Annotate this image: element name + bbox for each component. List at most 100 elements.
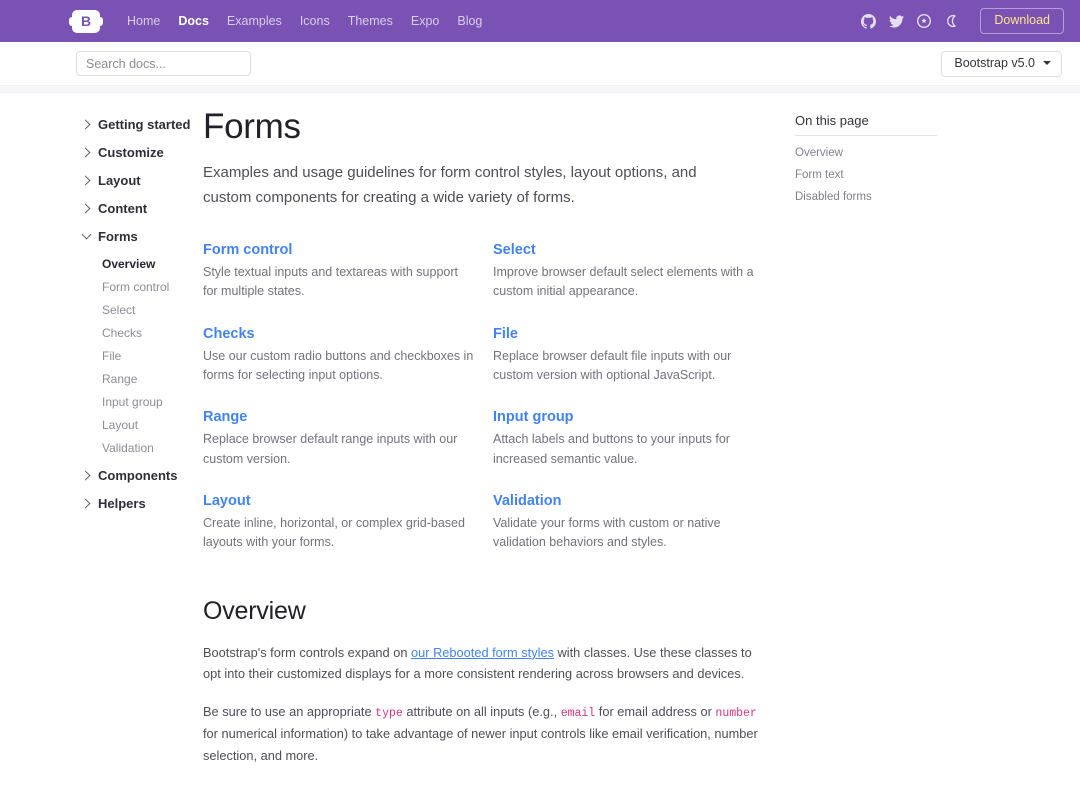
sidebar-subitem-checks[interactable]: Checks <box>102 326 185 340</box>
chevron-right-icon <box>82 471 91 480</box>
sidebar-group-label: Components <box>98 468 178 483</box>
sidebar-subitem-input-group[interactable]: Input group <box>102 395 185 409</box>
chevron-right-icon <box>82 120 91 129</box>
card-link[interactable]: Select <box>493 242 765 258</box>
card-file: File Replace browser default file inputs… <box>493 326 765 386</box>
chevron-down-icon <box>1043 61 1051 65</box>
top-navbar: B Home Docs Examples Icons Themes Expo B… <box>0 0 1080 42</box>
github-icon[interactable] <box>856 10 880 32</box>
card-description: Validate your forms with custom or nativ… <box>493 516 721 550</box>
overview-paragraph-2: Be sure to use an appropriate type attri… <box>203 701 765 766</box>
sidebar-group-label: Getting started <box>98 117 191 132</box>
search-input[interactable] <box>76 51 251 76</box>
sidebar-group-label: Customize <box>98 145 164 160</box>
para2-a: Be sure to use an appropriate <box>203 704 376 720</box>
nav-link-blog[interactable]: Blog <box>448 0 491 42</box>
sidebar-item-components[interactable]: Components <box>82 468 185 483</box>
page-title: Forms <box>203 107 301 146</box>
card-description: Replace browser default range inputs wit… <box>203 432 458 466</box>
primary-nav: Home Docs Examples Icons Themes Expo Blo… <box>118 0 491 42</box>
sidebar-item-customize[interactable]: Customize <box>82 145 185 160</box>
header-divider-band <box>0 85 1080 93</box>
chevron-right-icon <box>82 499 91 508</box>
page-lead: Examples and usage guidelines for form c… <box>203 164 697 206</box>
version-dropdown[interactable]: Bootstrap v5.0 <box>941 50 1062 77</box>
card-description: Improve browser default select elements … <box>493 264 754 299</box>
card-description: Style textual inputs and textareas with … <box>203 264 459 299</box>
sidebar-subitem-file[interactable]: File <box>102 349 185 363</box>
nav-link-expo[interactable]: Expo <box>402 0 449 42</box>
sidebar-subitem-range[interactable]: Range <box>102 372 185 386</box>
toc-item-overview[interactable]: Overview <box>795 147 985 159</box>
sidebar-item-content[interactable]: Content <box>82 201 185 216</box>
download-button[interactable]: Download <box>980 8 1064 34</box>
overview-paragraph-1: Bootstrap's form controls expand on our … <box>203 642 765 684</box>
opencollective-icon[interactable] <box>912 10 936 32</box>
toc-title: On this page <box>795 113 869 128</box>
code-email: email <box>560 707 596 721</box>
theme-moon-icon[interactable] <box>940 10 964 32</box>
card-description: Replace browser default file inputs with… <box>493 348 732 382</box>
sidebar-forms-sublist: Overview Form control Select Checks File… <box>82 257 185 455</box>
toc-divider <box>795 135 937 136</box>
brand-letter: B <box>80 13 92 29</box>
sidebar-item-layout[interactable]: Layout <box>82 173 185 188</box>
sidebar-item-forms[interactable]: Forms <box>82 229 185 244</box>
para2-b: attribute on all inputs (e.g., <box>402 704 561 720</box>
nav-link-home[interactable]: Home <box>118 0 169 42</box>
on-this-page-toc: On this page Overview Form text Disabled… <box>785 107 985 783</box>
chevron-down-icon <box>82 232 91 241</box>
card-link[interactable]: Input group <box>493 409 765 425</box>
sidebar-group-label: Helpers <box>98 496 146 511</box>
card-link[interactable]: Form control <box>203 242 475 258</box>
bootstrap-logo-icon[interactable]: B <box>69 9 103 33</box>
sidebar-subitem-validation[interactable]: Validation <box>102 441 185 455</box>
sidebar-item-helpers[interactable]: Helpers <box>82 496 185 511</box>
main-content: Forms Examples and usage guidelines for … <box>185 107 785 783</box>
rebooted-form-styles-link[interactable]: our Rebooted form styles <box>411 645 554 660</box>
docs-sidebar: Getting started Customize Layout Content… <box>0 107 190 783</box>
para2-d: for numerical information) to take advan… <box>203 726 758 763</box>
card-link[interactable]: Layout <box>203 493 475 509</box>
card-form-control: Form control Style textual inputs and te… <box>203 242 475 302</box>
sidebar-subitem-layout[interactable]: Layout <box>102 418 185 432</box>
card-select: Select Improve browser default select el… <box>493 242 765 302</box>
nav-link-examples[interactable]: Examples <box>218 0 291 42</box>
card-range: Range Replace browser default range inpu… <box>203 409 475 469</box>
sidebar-subitem-form-control[interactable]: Form control <box>102 280 185 294</box>
para1-before: Bootstrap's form controls expand on <box>203 644 412 660</box>
card-link[interactable]: Validation <box>493 493 765 509</box>
card-description: Create inline, horizontal, or complex gr… <box>203 516 465 550</box>
sidebar-group-label: Forms <box>98 229 138 244</box>
toc-item-form-text[interactable]: Form text <box>795 169 985 181</box>
toc-item-disabled-forms[interactable]: Disabled forms <box>795 191 985 203</box>
sidebar-subitem-overview[interactable]: Overview <box>102 257 185 271</box>
card-checks: Checks Use our custom radio buttons and … <box>203 326 475 386</box>
chevron-right-icon <box>82 148 91 157</box>
sidebar-group-label: Layout <box>98 173 141 188</box>
sidebar-group-label: Content <box>98 201 148 216</box>
sidebar-subitem-select[interactable]: Select <box>102 303 185 317</box>
nav-link-icons[interactable]: Icons <box>291 0 339 42</box>
sidebar-item-getting-started[interactable]: Getting started <box>82 117 190 132</box>
code-type: type <box>375 707 403 721</box>
nav-link-docs[interactable]: Docs <box>169 0 218 42</box>
page-body: Getting started Customize Layout Content… <box>0 93 1080 783</box>
chevron-right-icon <box>82 204 91 213</box>
subpage-card-grid: Form control Style textual inputs and te… <box>203 242 765 553</box>
card-link[interactable]: Checks <box>203 326 475 342</box>
nav-link-themes[interactable]: Themes <box>339 0 402 42</box>
para2-c: for email address or <box>595 704 716 720</box>
card-link[interactable]: Range <box>203 409 475 425</box>
card-description: Use our custom radio buttons and checkbo… <box>203 348 474 382</box>
card-link[interactable]: File <box>493 326 765 342</box>
card-layout: Layout Create inline, horizontal, or com… <box>203 493 475 553</box>
card-input-group: Input group Attach labels and buttons to… <box>493 409 765 469</box>
card-validation: Validation Validate your forms with cust… <box>493 493 765 553</box>
card-description: Attach labels and buttons to your inputs… <box>493 432 730 466</box>
twitter-icon[interactable] <box>884 10 908 32</box>
version-label: Bootstrap v5.0 <box>954 55 1035 70</box>
chevron-right-icon <box>82 176 91 185</box>
docs-subheader: Bootstrap v5.0 <box>0 42 1080 85</box>
code-number: number <box>715 707 757 721</box>
